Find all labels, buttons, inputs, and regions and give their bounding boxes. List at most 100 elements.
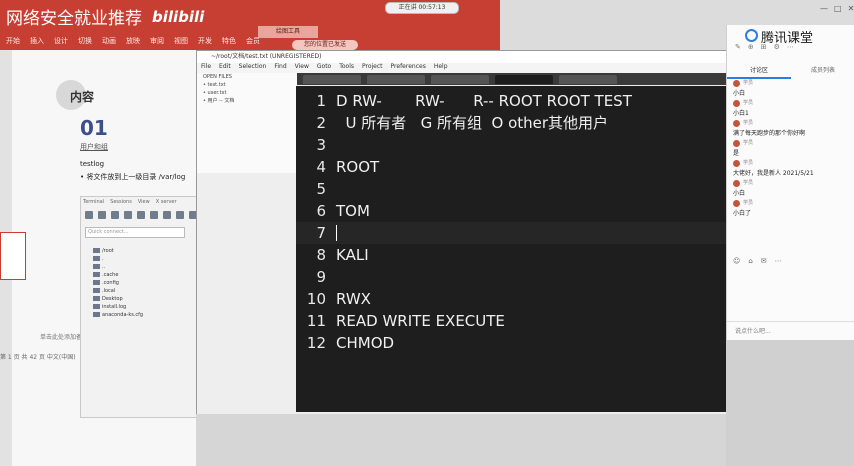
view-icon[interactable] [150,211,158,219]
code-line[interactable]: 10 RWX [296,288,726,310]
tab-discussion[interactable]: 讨论区 [727,65,791,79]
ribbon-item[interactable]: 放映 [126,36,140,48]
more-icon[interactable]: ⋯ [775,257,782,265]
minimize-icon[interactable]: — [820,4,828,13]
ribbon-item[interactable]: 动画 [102,36,116,48]
line-number: 12 [306,334,326,352]
slide-thumbnail[interactable] [0,232,26,280]
tree-item[interactable]: .config [93,279,143,287]
ribbon-item[interactable]: 审阅 [150,36,164,48]
menu-goto[interactable]: Goto [317,63,331,73]
open-file-item[interactable]: • 用户 -- 文档 [197,97,297,105]
menu-item[interactable]: Terminal [83,199,104,205]
chat-input[interactable]: 说点什么吧... [727,321,854,339]
code-line[interactable]: 9 [296,266,726,288]
open-file-item[interactable]: • test.txt [197,81,297,89]
editor-tab[interactable] [559,75,617,84]
code-line[interactable]: 5 [296,178,726,200]
ribbon-item[interactable]: 特色 [222,36,236,48]
menu-find[interactable]: Find [274,63,286,73]
editor-tab[interactable] [431,75,489,84]
multiexec-icon[interactable] [176,211,184,219]
tree-item[interactable]: install.log [93,303,143,311]
code-line[interactable]: 11 READ WRITE EXECUTE [296,310,726,332]
more-icon[interactable]: ⋯ [787,43,794,51]
line-number: 11 [306,312,326,330]
menu-project[interactable]: Project [362,63,383,73]
quick-connect-input[interactable]: Quick connect... [85,227,185,238]
tree-item[interactable]: .. [93,263,143,271]
split-icon[interactable] [163,211,171,219]
avatar[interactable] [733,140,740,147]
emoji-icon[interactable]: ☺ [733,257,740,265]
tree-item[interactable]: Desktop [93,295,143,303]
menu-edit[interactable]: Edit [219,63,231,73]
open-file-item[interactable]: • user.txt [197,89,297,97]
avatar[interactable] [733,160,740,167]
ribbon-item[interactable]: 开发 [198,36,212,48]
server-icon[interactable] [98,211,106,219]
drawing-tools-tab[interactable]: 绘图工具 [258,26,318,38]
tools-icon[interactable] [111,211,119,219]
tab-members[interactable]: 成员列表 [791,65,854,79]
menu-tools[interactable]: Tools [339,63,354,73]
editor-tab-active[interactable] [495,75,553,84]
code-line-active[interactable]: 7 [296,222,726,244]
ribbon-item[interactable]: 插入 [30,36,44,48]
folder-icon [93,272,100,277]
ribbon-item[interactable]: 设计 [54,36,68,48]
tree-item[interactable]: .cache [93,271,143,279]
add-icon[interactable]: ⊕ [748,43,754,51]
line-number: 8 [316,246,326,264]
code-line[interactable]: 6 TOM [296,200,726,222]
message-username: 学员 [743,160,754,166]
pen-icon[interactable]: ✎ [735,43,741,51]
mail-icon[interactable]: ✉ [761,257,767,265]
avatar[interactable] [733,120,740,127]
close-icon[interactable]: ✕ [848,4,854,13]
games-icon[interactable] [124,211,132,219]
code-line[interactable]: 2 U 所有者 G 所有组 O other其他用户 [296,112,726,134]
maximize-icon[interactable]: □ [834,4,842,13]
open-files-pane: OPEN FILES • test.txt • user.txt • 用户 --… [197,73,297,173]
code-line[interactable]: 4 ROOT [296,156,726,178]
ribbon-item[interactable]: 开始 [6,36,20,48]
menu-preferences[interactable]: Preferences [391,63,426,73]
editor-menubar: File Edit Selection Find View Goto Tools… [197,63,727,73]
ribbon-item[interactable]: 视图 [174,36,188,48]
editor-tab[interactable] [303,75,361,84]
avatar[interactable] [733,200,740,207]
code-line[interactable]: 12 CHMOD [296,332,726,354]
chat-message: 学员 小白 [733,179,851,199]
screen-share-pill[interactable]: 正在讲 00:57:13 [385,2,459,14]
menu-help[interactable]: Help [434,63,448,73]
menu-item[interactable]: Sessions [110,199,132,205]
avatar[interactable] [733,180,740,187]
session-icon[interactable] [85,211,93,219]
code-line[interactable]: 8 KALI [296,244,726,266]
sessions-icon[interactable] [137,211,145,219]
ribbon-item[interactable]: 切换 [78,36,92,48]
tree-item[interactable]: anaconda-ks.cfg [93,311,143,319]
tree-item[interactable]: .local [93,287,143,295]
menu-item[interactable]: X server [156,199,177,205]
home-icon[interactable]: ⌂ [748,257,752,265]
gear-icon[interactable]: ⚙ [774,43,780,51]
code-line[interactable]: 1 D RW- RW- R-- ROOT ROOT TEST [296,90,726,112]
editor-tab[interactable] [367,75,425,84]
avatar[interactable] [733,80,740,87]
slide-section-number: 01 [80,116,108,140]
presentation-status: 第 1 页 共 42 页 中文(中国) [0,354,76,361]
tree-item[interactable]: /root [93,247,143,255]
menu-view[interactable]: View [295,63,309,73]
status-pill: 您的位置已发送 [292,40,358,50]
ribbon-menu: 开始 插入 设计 切换 动画 放映 审阅 视图 开发 特色 会员 [6,36,260,48]
menu-selection[interactable]: Selection [239,63,267,73]
menu-item[interactable]: View [138,199,150,205]
tree-item[interactable]: . [93,255,143,263]
code-line[interactable]: 3 [296,134,726,156]
menu-file[interactable]: File [201,63,211,73]
code-area[interactable]: 1 D RW- RW- R-- ROOT ROOT TEST 2 U 所有者 G … [296,86,726,412]
avatar[interactable] [733,100,740,107]
grid-icon[interactable]: ⊞ [761,43,767,51]
